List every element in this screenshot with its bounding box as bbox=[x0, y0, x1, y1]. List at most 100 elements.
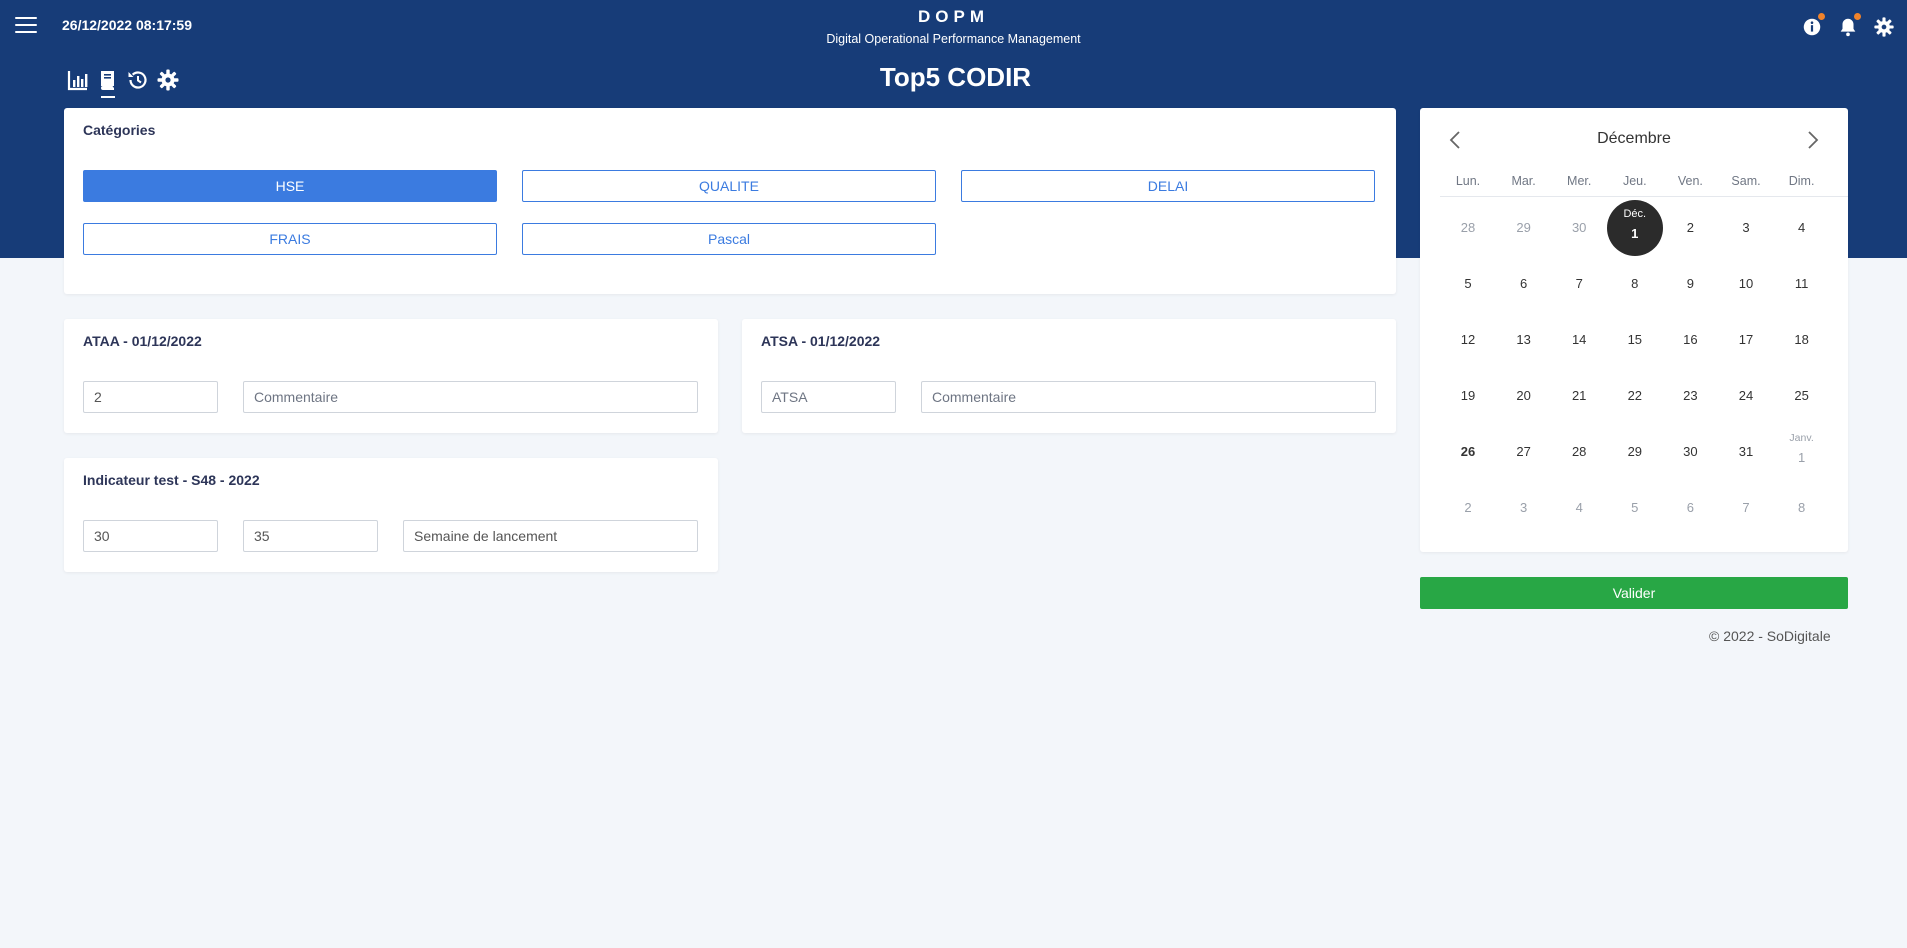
calendar-day[interactable]: 29 bbox=[1496, 200, 1552, 256]
calendar-day[interactable]: 3 bbox=[1496, 480, 1552, 536]
calendar-day-number: 6 bbox=[1686, 500, 1694, 515]
calendar-day-number: 31 bbox=[1738, 444, 1754, 459]
calendar-day-number: 27 bbox=[1516, 444, 1531, 459]
calendar-day[interactable]: 16 bbox=[1662, 312, 1718, 368]
calendar-day[interactable]: 21 bbox=[1551, 368, 1607, 424]
calendar-day[interactable]: 28 bbox=[1551, 424, 1607, 480]
category-frais-button[interactable]: FRAIS bbox=[83, 223, 497, 255]
calendar-day[interactable]: 3 bbox=[1718, 200, 1774, 256]
calendar-day[interactable]: 5 bbox=[1607, 480, 1663, 536]
calendar-day-number: 29 bbox=[1516, 220, 1531, 235]
calendar-weekday: Ven. bbox=[1677, 174, 1703, 188]
calendar-day-number: 24 bbox=[1738, 388, 1754, 403]
info-badge bbox=[1818, 13, 1825, 20]
indicator-card-test: Indicateur test - S48 - 2022 30 35 Semai… bbox=[64, 458, 718, 572]
calendar-weekday: Mar. bbox=[1511, 174, 1536, 188]
calendar-day[interactable]: 8 bbox=[1774, 480, 1830, 536]
calendar-day-number: 9 bbox=[1686, 276, 1694, 291]
calendar-day[interactable]: 20 bbox=[1496, 368, 1552, 424]
indicator-title: ATAA - 01/12/2022 bbox=[83, 333, 202, 349]
calendar-day[interactable]: 29 bbox=[1607, 424, 1663, 480]
calendar-day[interactable]: 30 bbox=[1551, 200, 1607, 256]
gear-icon[interactable] bbox=[1873, 16, 1895, 38]
categories-card: Catégories HSE QUALITE DELAI FRAIS Pasca… bbox=[64, 108, 1396, 294]
calendar-day-number: 25 bbox=[1794, 388, 1809, 403]
indicator-card-atsa: ATSA - 01/12/2022 ATSA Commentaire bbox=[742, 319, 1396, 433]
calendar-day[interactable]: 24 bbox=[1718, 368, 1774, 424]
calendar-day[interactable]: 17 bbox=[1718, 312, 1774, 368]
calendar-day-number: 12 bbox=[1460, 332, 1476, 347]
calendar-day[interactable]: 28 bbox=[1440, 200, 1496, 256]
calendar-day[interactable]: 26 bbox=[1440, 424, 1496, 480]
category-delai-button[interactable]: DELAI bbox=[961, 170, 1375, 202]
calendar-day[interactable]: 7 bbox=[1551, 256, 1607, 312]
calendar-day[interactable]: 22 bbox=[1607, 368, 1663, 424]
calendar-day[interactable]: 19 bbox=[1440, 368, 1496, 424]
bell-icon[interactable] bbox=[1837, 13, 1861, 38]
calendar-day-number: 22 bbox=[1627, 388, 1643, 403]
calendar-day-number: 20 bbox=[1516, 388, 1531, 403]
indicator-value-input[interactable]: 2 bbox=[83, 381, 218, 413]
calendar-day[interactable]: 25 bbox=[1774, 368, 1830, 424]
indicator-card-ataa: ATAA - 01/12/2022 2 Commentaire bbox=[64, 319, 718, 433]
calendar-day-number: 18 bbox=[1794, 332, 1809, 347]
category-pascal-button[interactable]: Pascal bbox=[522, 223, 936, 255]
indicator-value-input[interactable]: ATSA bbox=[761, 381, 896, 413]
indicator-title: Indicateur test - S48 - 2022 bbox=[83, 472, 260, 488]
calendar-day[interactable]: 4 bbox=[1551, 480, 1607, 536]
notification-badge bbox=[1854, 13, 1861, 20]
calendar-day[interactable]: 18 bbox=[1774, 312, 1830, 368]
calendar-day-number: 11 bbox=[1794, 276, 1809, 291]
calendar-day[interactable]: 5 bbox=[1440, 256, 1496, 312]
calendar-day[interactable]: 10 bbox=[1718, 256, 1774, 312]
info-icon[interactable] bbox=[1801, 13, 1825, 38]
calendar-day-number: 19 bbox=[1460, 388, 1476, 403]
calendar-day[interactable]: 15 bbox=[1607, 312, 1663, 368]
calendar-day[interactable]: Janv. 1 bbox=[1774, 424, 1830, 480]
category-qualite-button[interactable]: QUALITE bbox=[522, 170, 936, 202]
calendar-next-icon[interactable] bbox=[1800, 128, 1824, 152]
calendar-day-number: 30 bbox=[1571, 220, 1587, 235]
comment-input[interactable]: Commentaire bbox=[921, 381, 1376, 413]
calendar-weekday: Lun. bbox=[1455, 174, 1481, 188]
calendar-day[interactable]: 8 bbox=[1607, 256, 1663, 312]
footer-copyright: © 2022 - SoDigitale bbox=[1709, 628, 1831, 644]
indicator-target-input[interactable]: 35 bbox=[243, 520, 378, 552]
calendar-day[interactable]: 2 bbox=[1662, 200, 1718, 256]
calendar-divider bbox=[1440, 196, 1848, 197]
calendar-day[interactable]: 12 bbox=[1440, 312, 1496, 368]
calendar-day-number: 1 bbox=[1631, 226, 1639, 241]
calendar-day-number: 4 bbox=[1797, 220, 1806, 235]
calendar-day[interactable]: 11 bbox=[1774, 256, 1830, 312]
calendar-day-number: 28 bbox=[1460, 220, 1476, 235]
indicator-value-input[interactable]: 30 bbox=[83, 520, 218, 552]
calendar-day[interactable]: 31 bbox=[1718, 424, 1774, 480]
calendar-day[interactable]: 2 bbox=[1440, 480, 1496, 536]
calendar-weekday: Jeu. bbox=[1622, 174, 1647, 188]
calendar-day[interactable]: 30 bbox=[1662, 424, 1718, 480]
calendar-day[interactable]: 13 bbox=[1496, 312, 1552, 368]
calendar-day-number: 5 bbox=[1631, 500, 1639, 515]
calendar-day-number: 23 bbox=[1683, 388, 1698, 403]
calendar-day[interactable]: 27 bbox=[1496, 424, 1552, 480]
calendar-day[interactable]: Déc. 1 bbox=[1606, 200, 1663, 256]
category-hse-button[interactable]: HSE bbox=[83, 170, 497, 202]
calendar-day-number: 16 bbox=[1683, 332, 1698, 347]
validate-button[interactable]: Valider bbox=[1420, 577, 1848, 609]
calendar-day[interactable]: 23 bbox=[1662, 368, 1718, 424]
calendar-day-number: 3 bbox=[1519, 500, 1528, 515]
calendar-day[interactable]: 6 bbox=[1496, 256, 1552, 312]
calendar-day[interactable]: 14 bbox=[1551, 312, 1607, 368]
calendar-weekday: Mer. bbox=[1567, 174, 1592, 188]
calendar-month-label: Janv. bbox=[1789, 432, 1814, 444]
calendar-day[interactable]: 9 bbox=[1662, 256, 1718, 312]
calendar-day[interactable]: 4 bbox=[1774, 200, 1830, 256]
comment-input[interactable]: Semaine de lancement bbox=[403, 520, 698, 552]
comment-input[interactable]: Commentaire bbox=[243, 381, 698, 413]
calendar-day-number: 1 bbox=[1797, 450, 1806, 465]
calendar-day-number: 29 bbox=[1627, 444, 1643, 459]
calendar-day[interactable]: 7 bbox=[1718, 480, 1774, 536]
calendar-day[interactable]: 6 bbox=[1662, 480, 1718, 536]
calendar-day-number: 2 bbox=[1464, 500, 1472, 515]
categories-title: Catégories bbox=[83, 122, 156, 138]
